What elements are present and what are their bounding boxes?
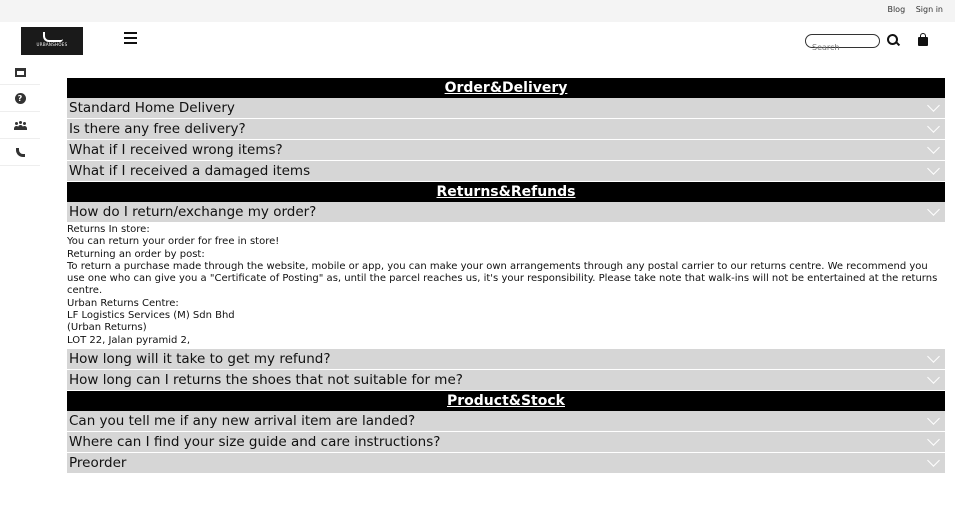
answer-line: LF Logistics Services (M) Sdn Bhd bbox=[67, 310, 235, 322]
question-text: Where can I find your size guide and car… bbox=[69, 433, 441, 450]
question-text: Preorder bbox=[69, 454, 127, 471]
question-text: How do I return/exchange my order? bbox=[69, 204, 317, 220]
logo[interactable]: URBANSHOES bbox=[21, 27, 83, 55]
sidebar-item-store[interactable] bbox=[0, 60, 40, 85]
answer-line: (Urban Returns) bbox=[67, 322, 147, 334]
search-input[interactable] bbox=[812, 43, 872, 52]
section-title-returns-refunds: Returns&Refunds bbox=[67, 182, 945, 202]
menu-icon[interactable] bbox=[124, 32, 137, 47]
search-box[interactable] bbox=[805, 34, 880, 52]
faq-content: Order&Delivery Standard Home Delivery Is… bbox=[67, 78, 945, 474]
logo-text: URBANSHOES bbox=[36, 42, 68, 47]
search-icon[interactable] bbox=[887, 34, 898, 45]
question-text: What if I received wrong items? bbox=[69, 142, 283, 158]
chevron-down-icon bbox=[927, 120, 940, 133]
header: URBANSHOES bbox=[0, 22, 955, 60]
top-links: Blog Sign in bbox=[879, 5, 943, 14]
chevron-down-icon bbox=[927, 371, 940, 384]
question-text: How long will it take to get my refund? bbox=[69, 350, 331, 367]
blog-link[interactable]: Blog bbox=[887, 5, 905, 14]
question-text: Can you tell me if any new arrival item … bbox=[69, 412, 416, 429]
chevron-down-icon bbox=[927, 99, 940, 112]
sidebar-item-help[interactable]: ? bbox=[0, 85, 40, 112]
faq-question[interactable]: Can you tell me if any new arrival item … bbox=[67, 410, 945, 432]
phone-icon bbox=[15, 147, 25, 157]
store-icon bbox=[14, 67, 26, 77]
chevron-down-icon bbox=[927, 350, 940, 363]
chevron-down-icon bbox=[927, 141, 940, 154]
faq-question[interactable]: How long will it take to get my refund? bbox=[67, 348, 945, 370]
top-bar: Blog Sign in bbox=[0, 0, 955, 22]
answer-line: To return a purchase made through the we… bbox=[67, 260, 938, 297]
users-icon bbox=[13, 120, 27, 130]
answer-line: LOT 22, Jalan pyramid 2, bbox=[67, 334, 191, 346]
section-title-order-delivery: Order&Delivery bbox=[67, 78, 945, 98]
answer-line: You can return your order for free in st… bbox=[67, 236, 280, 248]
answer-line: Returns In store: bbox=[67, 224, 150, 235]
chevron-down-icon bbox=[927, 433, 940, 446]
shopping-bag-icon[interactable] bbox=[918, 33, 928, 46]
faq-question[interactable]: Preorder bbox=[67, 452, 945, 474]
chevron-down-icon bbox=[927, 412, 940, 425]
answer-line: Returning an order by post: bbox=[67, 248, 205, 260]
chevron-down-icon bbox=[927, 454, 940, 467]
sidebar-item-community[interactable] bbox=[0, 112, 40, 139]
help-icon: ? bbox=[14, 92, 26, 104]
chevron-down-icon bbox=[927, 203, 940, 216]
sign-in-link[interactable]: Sign in bbox=[916, 5, 943, 14]
sidebar: ? bbox=[0, 60, 40, 166]
question-text: What if I received a damaged items bbox=[69, 163, 311, 179]
sidebar-item-contact[interactable] bbox=[0, 139, 40, 166]
question-text: Standard Home Delivery bbox=[69, 100, 235, 116]
chevron-down-icon bbox=[927, 162, 940, 175]
faq-question[interactable]: How long can I returns the shoes that no… bbox=[67, 369, 945, 391]
faq-question[interactable]: What if I received wrong items? bbox=[67, 140, 945, 161]
answer-line: Urban Returns Centre: bbox=[67, 297, 179, 309]
faq-question[interactable]: Where can I find your size guide and car… bbox=[67, 431, 945, 453]
question-text: Is there any free delivery? bbox=[69, 121, 246, 137]
faq-question[interactable]: What if I received a damaged items bbox=[67, 161, 945, 182]
question-text: How long can I returns the shoes that no… bbox=[69, 371, 463, 388]
faq-question[interactable]: Standard Home Delivery bbox=[67, 98, 945, 119]
shoe-logo-icon bbox=[43, 32, 63, 42]
faq-answer: Returns In store: You can return your or… bbox=[67, 223, 945, 349]
faq-question[interactable]: Is there any free delivery? bbox=[67, 119, 945, 140]
section-title-product-stock: Product&Stock bbox=[67, 390, 945, 411]
faq-question-expanded[interactable]: How do I return/exchange my order? bbox=[67, 202, 945, 223]
